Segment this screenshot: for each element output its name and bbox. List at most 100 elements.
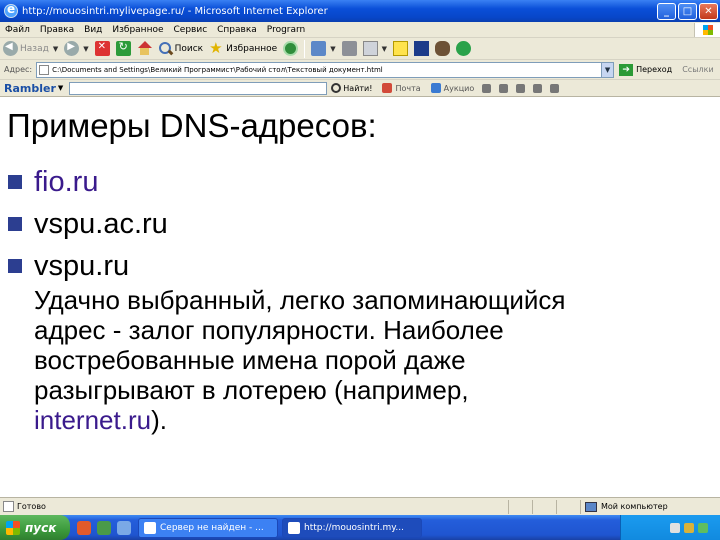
history-button[interactable] — [280, 39, 301, 59]
page-content: Примеры DNS-адресов: fio.ru vspu.ac.ru v… — [0, 97, 720, 495]
menu-help[interactable]: Справка — [212, 25, 262, 35]
search-icon — [158, 41, 173, 56]
ie-page-icon — [144, 521, 156, 534]
rambler-tool-icon[interactable] — [550, 83, 560, 93]
minimize-button[interactable]: _ — [657, 2, 676, 20]
paragraph-line: разыгрывают в лотерею (например, — [34, 375, 469, 405]
status-cell — [556, 499, 580, 514]
back-arrow-icon — [3, 41, 18, 56]
ie-icon — [4, 2, 18, 18]
rambler-logo[interactable]: Rambler — [0, 82, 56, 95]
status-text: Готово — [17, 502, 46, 511]
rambler-search-input[interactable] — [69, 81, 328, 95]
research-button[interactable] — [432, 39, 453, 59]
paragraph-last-line: internet.ru). — [34, 405, 714, 435]
quick-launch-icon[interactable] — [97, 520, 111, 535]
refresh-icon — [115, 40, 131, 56]
windows-flag-icon — [694, 22, 720, 37]
rambler-tool-icon[interactable] — [533, 83, 543, 93]
menu-favorites[interactable]: Избранное — [107, 25, 168, 35]
start-label: пуск — [25, 520, 57, 535]
quick-launch-icon[interactable] — [117, 520, 131, 535]
print-button[interactable] — [339, 39, 360, 59]
note-button[interactable] — [390, 39, 411, 59]
close-button[interactable]: ✕ — [699, 2, 718, 20]
tray-icon[interactable] — [684, 522, 694, 533]
menu-program[interactable]: Prograrn — [262, 25, 310, 35]
refresh-button[interactable] — [113, 39, 134, 59]
messenger-button[interactable] — [453, 39, 474, 59]
messenger-icon — [456, 41, 471, 56]
menu-tools[interactable]: Сервис — [169, 25, 213, 35]
rambler-auction-button[interactable]: Аукцио — [430, 83, 475, 93]
forward-button[interactable] — [61, 39, 82, 59]
internet-ru-link[interactable]: internet.ru — [34, 405, 151, 435]
home-button[interactable] — [134, 39, 155, 59]
ie-page-icon — [288, 521, 300, 534]
rambler-mail-button[interactable]: Почта — [382, 83, 421, 93]
stop-icon — [94, 41, 110, 56]
address-label: Адрес: — [4, 65, 33, 74]
edit-button[interactable] — [360, 39, 381, 59]
domain-link[interactable]: vspu.ac.ru — [34, 208, 168, 241]
tray-icon[interactable] — [670, 522, 680, 533]
word-button[interactable] — [411, 39, 432, 59]
rambler-tool-icon[interactable] — [482, 83, 492, 93]
rambler-find-button[interactable]: Найти! — [331, 83, 372, 93]
stop-button[interactable] — [92, 39, 113, 59]
domain-link[interactable]: fio.ru — [34, 166, 98, 199]
start-button[interactable]: пуск — [0, 515, 70, 540]
menu-edit[interactable]: Правка — [35, 25, 79, 35]
quick-launch-icon[interactable] — [77, 520, 91, 535]
forward-dropdown-icon[interactable]: ▼ — [83, 45, 88, 53]
search-button[interactable]: Поиск — [155, 39, 207, 59]
menu-file[interactable]: Файл — [0, 25, 35, 35]
list-item: vspu.ac.ru — [8, 203, 168, 245]
mail-dropdown-icon[interactable]: ▼ — [330, 45, 335, 53]
back-dropdown-icon[interactable]: ▼ — [53, 45, 58, 53]
paragraph-tail: ). — [151, 405, 167, 435]
quick-launch — [74, 520, 134, 535]
back-label: Назад — [20, 43, 49, 54]
printer-icon — [341, 41, 357, 56]
edit-dropdown-icon[interactable]: ▼ — [382, 45, 387, 53]
mail-icon — [382, 83, 393, 93]
menu-bar: Файл Правка Вид Избранное Сервис Справка… — [0, 22, 720, 38]
domain-link[interactable]: vspu.ru — [34, 250, 129, 283]
windows-flag-icon — [6, 520, 20, 535]
taskbar-button[interactable]: http://mouosintri.my... — [282, 517, 422, 538]
rambler-dropdown-icon[interactable]: ▼ — [58, 84, 63, 92]
links-label[interactable]: Ссылки — [682, 65, 713, 74]
rambler-find-label: Найти! — [343, 83, 373, 93]
page-icon — [39, 64, 50, 75]
taskbar-button-label: Сервер не найден - ... — [160, 522, 264, 533]
back-button[interactable]: Назад — [0, 39, 52, 59]
rambler-auction-label: Аукцио — [443, 83, 475, 93]
go-label: Переход — [636, 65, 673, 74]
security-zone: Мой компьютер — [580, 499, 720, 514]
word-icon — [414, 41, 429, 56]
page-title: Примеры DNS-адресов: — [7, 107, 377, 144]
window-titlebar: http://mouosintri.mylivepage.ru/ - Micro… — [0, 0, 720, 22]
note-icon — [393, 41, 408, 56]
research-icon — [435, 41, 450, 56]
menu-view[interactable]: Вид — [79, 25, 107, 35]
tray-icon[interactable] — [698, 522, 708, 533]
address-input[interactable]: C:\Documents and Settings\Великий Програ… — [36, 61, 615, 78]
rambler-tool-icon[interactable] — [499, 83, 509, 93]
rambler-tool-icon[interactable] — [516, 83, 526, 93]
taskbar-button[interactable]: Сервер не найден - ... — [138, 517, 278, 538]
status-cell — [508, 499, 532, 514]
standard-toolbar: Назад ▼ ▼ Поиск ★ Избранное ▼ ▼ — [0, 38, 720, 60]
favorites-label: Избранное — [226, 43, 278, 54]
address-dropdown-icon[interactable]: ▼ — [601, 62, 614, 77]
list-item: fio.ru — [8, 161, 168, 203]
favorites-button[interactable]: ★ Избранное — [206, 39, 280, 59]
star-icon: ★ — [209, 39, 223, 57]
mail-button[interactable] — [308, 39, 329, 59]
go-button[interactable]: ➔ Переход — [619, 63, 673, 76]
maximize-button[interactable]: □ — [678, 2, 697, 20]
toolbar-separator — [304, 39, 306, 58]
find-icon — [331, 83, 342, 93]
bullet-square-icon — [8, 259, 22, 273]
